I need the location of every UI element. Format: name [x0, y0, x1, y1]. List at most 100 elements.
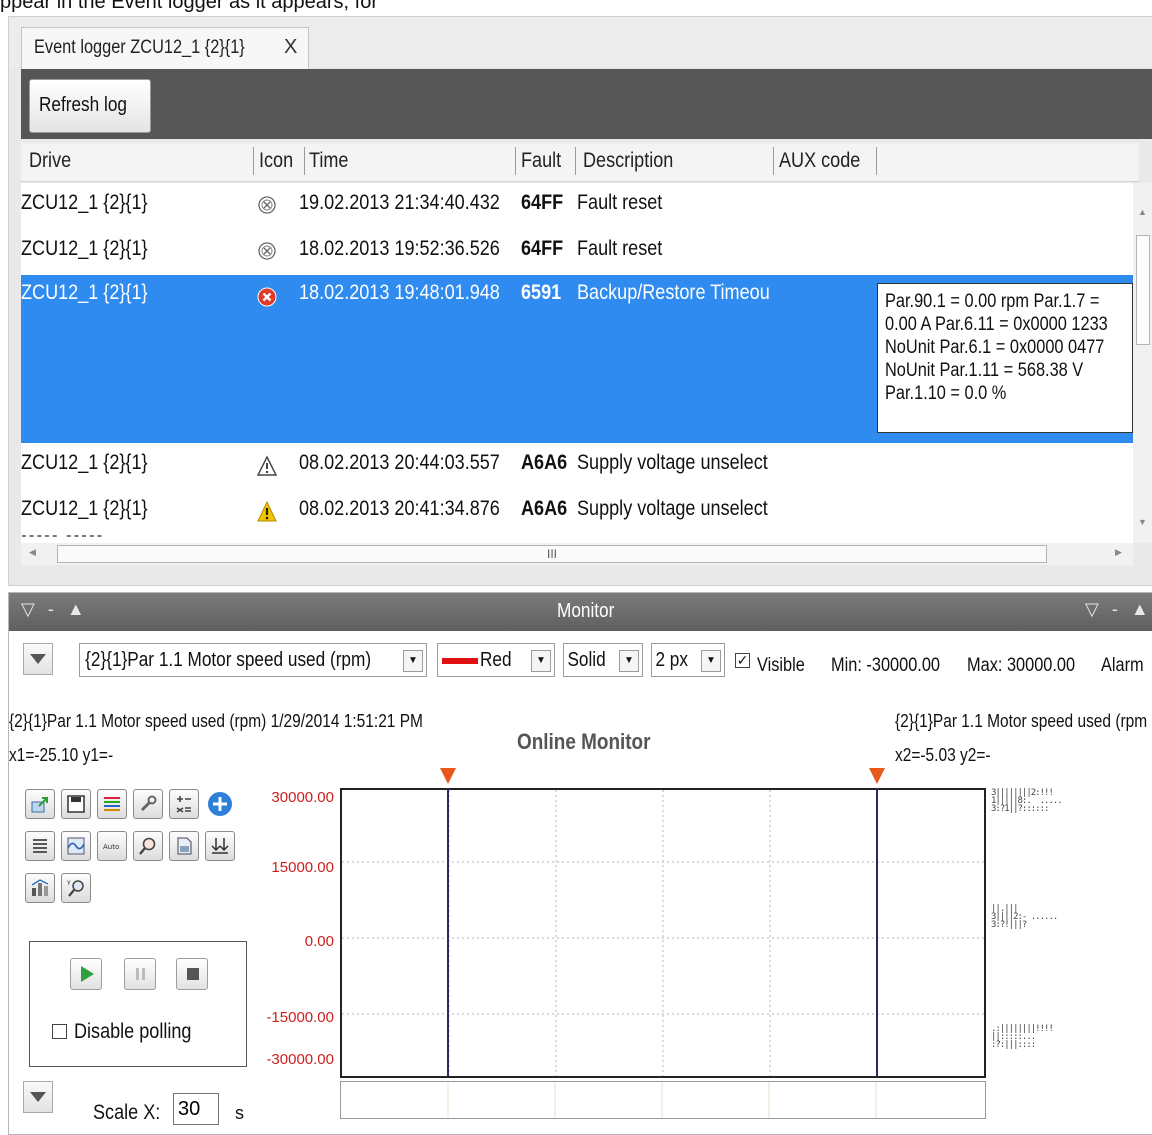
- aux-line: Par.90.1 = 0.00 rpm Par.1.7 =: [885, 291, 1100, 312]
- calculator-button[interactable]: [169, 789, 199, 819]
- table-row[interactable]: ZCU12_1 {2}{1} 08.02.2013 20:44:03.557 A…: [21, 443, 1133, 489]
- description-cell: Fault reset: [577, 237, 663, 260]
- export-button[interactable]: [25, 789, 55, 819]
- print-button[interactable]: [169, 831, 199, 861]
- max-value: Max: 30000.00: [967, 655, 1076, 676]
- plot-area[interactable]: [340, 788, 986, 1078]
- chart-settings-button[interactable]: [25, 873, 55, 903]
- overview-strip: [340, 1081, 986, 1119]
- color-select[interactable]: Red ▼: [437, 643, 555, 677]
- signal-select-value: {2}{1}Par 1.1 Motor speed used (rpm): [85, 649, 372, 671]
- event-list: ZCU12_1 {2}{1} 19.02.2013 21:34:40.432 6…: [21, 183, 1133, 543]
- plot-grid: [342, 790, 984, 1076]
- collapse-button[interactable]: [23, 643, 53, 675]
- drive-cell: ZCU12_1 {2}{1}: [21, 191, 148, 214]
- scale-collapse-button[interactable]: [23, 1081, 53, 1113]
- column-time[interactable]: Time: [309, 149, 348, 173]
- tab-event-logger[interactable]: Event logger ZCU12_1 {2}{1} X: [21, 27, 309, 69]
- fault-cell: 64FF: [521, 237, 564, 260]
- column-drive[interactable]: Drive: [29, 149, 71, 173]
- column-description[interactable]: Description: [583, 149, 673, 173]
- drive-cell: ZCU12_1 {2}{1}: [21, 237, 148, 260]
- y-zoom-button[interactable]: Y: [61, 873, 91, 903]
- waveform-icon: [67, 837, 85, 855]
- line-style-select[interactable]: Solid ▼: [563, 643, 643, 677]
- save-button[interactable]: [61, 789, 91, 819]
- y-tick-label: 30000.00: [271, 789, 334, 806]
- y-tick-label: -15000.00: [266, 1009, 334, 1026]
- color-select-value: Red: [480, 649, 512, 671]
- fault-reset-icon: [258, 196, 276, 214]
- list-icon: [33, 839, 47, 853]
- vertical-scrollbar[interactable]: ▲ ▼: [1133, 183, 1152, 543]
- horizontal-scrollbar[interactable]: ◀ III ▶: [21, 543, 1133, 565]
- scale-x-input[interactable]: [173, 1093, 219, 1125]
- cursor2-readout: x2=-5.03 y2=-: [895, 745, 991, 765]
- column-icon[interactable]: Icon: [259, 149, 293, 173]
- line-width-select[interactable]: 2 px ▼: [651, 643, 725, 677]
- warning-icon: [257, 501, 277, 522]
- legend-button[interactable]: [97, 789, 127, 819]
- table-row-selected[interactable]: ZCU12_1 {2}{1} 18.02.2013 19:48:01.948 6…: [21, 275, 1133, 443]
- table-row-partial: ▪▪▪▪▪ ▪▪▪▪▪: [21, 535, 1133, 543]
- table-row[interactable]: ZCU12_1 {2}{1} 08.02.2013 20:41:34.876 A…: [21, 489, 1133, 535]
- cursor-x2-line[interactable]: [876, 788, 878, 1076]
- scroll-up-icon[interactable]: ▲: [1138, 207, 1147, 217]
- fault-cell: A6A6: [521, 497, 568, 520]
- monitor-title: Monitor: [557, 600, 615, 622]
- download-button[interactable]: [205, 831, 235, 861]
- signal-select[interactable]: {2}{1}Par 1.1 Motor speed used (rpm) ▼: [79, 643, 427, 677]
- aux-line: NoUnit Par.1.11 = 568.38 V: [885, 360, 1084, 381]
- add-signal-button[interactable]: [205, 789, 235, 819]
- scrollbar-thumb[interactable]: III: [57, 545, 1047, 563]
- close-icon[interactable]: X: [284, 36, 297, 59]
- waveform-button[interactable]: [61, 831, 91, 861]
- list-button[interactable]: [25, 831, 55, 861]
- column-header: Drive Icon Time Fault Description AUX co…: [21, 143, 1139, 182]
- scroll-left-icon[interactable]: ◀: [29, 547, 36, 558]
- cursor-x1-handle[interactable]: [440, 768, 456, 784]
- save-icon: [67, 795, 85, 813]
- description-cell: Supply voltage unselect: [577, 497, 768, 520]
- scrollbar-thumb[interactable]: [1136, 235, 1150, 345]
- disable-polling-checkbox[interactable]: [52, 1024, 67, 1039]
- table-row[interactable]: ZCU12_1 {2}{1} 19.02.2013 21:34:40.432 6…: [21, 183, 1133, 229]
- export-icon: [31, 797, 48, 813]
- signal-info-right: {2}{1}Par 1.1 Motor speed used (rpm: [895, 711, 1148, 731]
- settings-button[interactable]: [133, 789, 163, 819]
- chart-title: Online Monitor: [517, 729, 651, 754]
- line-width-value: 2 px: [655, 649, 688, 671]
- cursor-x1-line[interactable]: [447, 788, 449, 1076]
- refresh-log-button[interactable]: Refresh log: [29, 79, 151, 133]
- table-row[interactable]: ZCU12_1 {2}{1} 18.02.2013 19:52:36.526 6…: [21, 229, 1133, 275]
- panel-collapse-icon[interactable]: ▽ - ▲: [1085, 599, 1152, 620]
- line-style-value: Solid: [567, 649, 606, 671]
- tab-label: Event logger ZCU12_1 {2}{1}: [34, 37, 245, 58]
- aux-line: 0.00 A Par.6.11 = 0x0000 1233: [885, 314, 1108, 335]
- cursor1-readout: x1=-25.10 y1=-: [9, 745, 114, 765]
- polling-controls: Disable polling: [29, 941, 247, 1067]
- scroll-right-icon[interactable]: ▶: [1115, 547, 1122, 558]
- stop-button[interactable]: [176, 958, 208, 990]
- visible-checkbox[interactable]: ✓: [735, 653, 750, 668]
- fault-cell: 64FF: [521, 191, 564, 214]
- scale-x-label: Scale X:: [93, 1101, 161, 1124]
- drive-cell: ZCU12_1 {2}{1}: [21, 281, 148, 304]
- y-tick-label: 15000.00: [271, 859, 334, 876]
- column-fault[interactable]: Fault: [521, 149, 561, 173]
- y-tick-label: -30000.00: [266, 1051, 334, 1068]
- y-tick-label: 0.00: [304, 933, 334, 950]
- column-aux-code[interactable]: AUX code: [779, 149, 860, 173]
- cursor-x2-handle[interactable]: [869, 768, 885, 784]
- legend-artifact: ||.||| 3||||2:- ...... 3:?!|||?: [991, 904, 1058, 930]
- warning-outline-icon: [257, 455, 277, 476]
- play-button[interactable]: [70, 958, 102, 990]
- zoom-button[interactable]: [133, 831, 163, 861]
- scroll-down-icon[interactable]: ▼: [1138, 517, 1147, 527]
- pause-button[interactable]: [124, 958, 156, 990]
- aux-line: Par.1.10 = 0.0 %: [885, 383, 1007, 404]
- panel-collapse-icon[interactable]: ▽ - ▲: [21, 599, 89, 620]
- aux-code-cell: Par.90.1 = 0.00 rpm Par.1.7 = 0.00 A Par…: [877, 283, 1133, 433]
- drive-cell: ZCU12_1 {2}{1}: [21, 451, 148, 474]
- auto-button[interactable]: Auto: [97, 831, 127, 861]
